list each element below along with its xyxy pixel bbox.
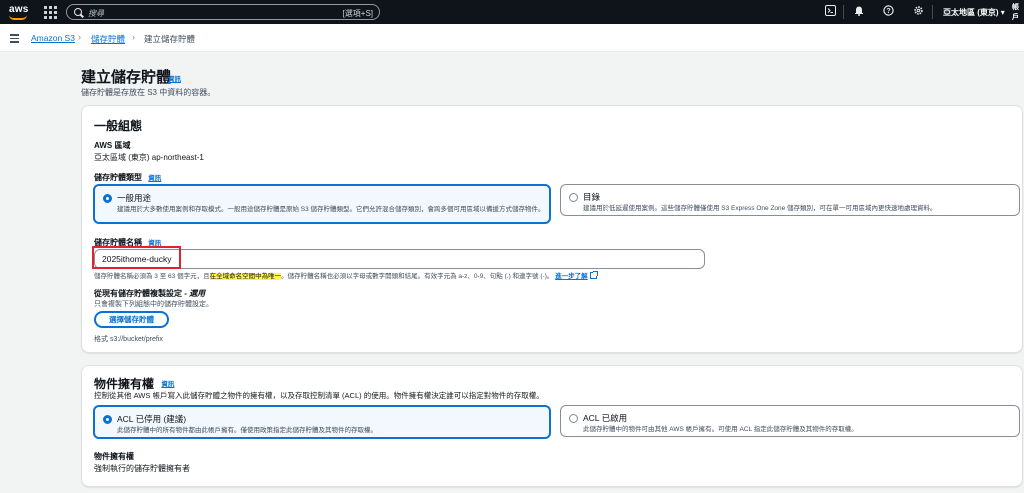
breadcrumb-buckets[interactable]: 儲存貯體 [91, 33, 125, 45]
aws-logo[interactable]: aws [7, 3, 31, 21]
copy-settings-label-main: 從現有儲存貯體複製設定 - [94, 289, 190, 298]
choose-bucket-button[interactable]: 選擇儲存貯體 [94, 311, 169, 328]
bucket-name-hint: 儲存貯體名稱必須為 3 至 63 個字元，且在全域命名空間中為唯一。儲存貯體名稱… [94, 270, 598, 280]
acl-disabled-option[interactable]: ACL 已停用 (建議) 此儲存貯體中的所有物件都由此帳戶擁有。僅使用政策指定此… [93, 405, 551, 439]
region-selector[interactable]: 亞太地區 (東京) ▾ [943, 7, 1005, 18]
search-placeholder: 搜尋 [88, 9, 104, 18]
search-shortcut: [選項+S] [342, 9, 373, 18]
copy-settings-label: 從現有儲存貯體複製設定 - 選用 [94, 288, 205, 299]
nav-divider [932, 5, 933, 19]
bucket-type-directory-desc: 建議用於低延遲使用案例。這些儲存貯體僅使用 S3 Express One Zon… [583, 205, 937, 212]
copy-settings-desc: 只會複製下列組態中的儲存貯體設定。 [94, 301, 213, 308]
aws-region-value: 亞太區域 (東京) ap-northeast-1 [94, 153, 204, 162]
bucket-type-directory[interactable]: 目錄 建議用於低延遲使用案例。這些儲存貯體僅使用 S3 Express One … [560, 184, 1020, 216]
radio-button[interactable] [569, 414, 578, 423]
breadcrumb: Amazon S3 › 儲存貯體 › 建立儲存貯體 [0, 24, 1024, 52]
services-grid-icon[interactable] [43, 5, 57, 19]
breadcrumb-create-bucket: 建立儲存貯體 [144, 34, 196, 44]
page-subtitle: 儲存貯體是存放在 S3 中資料的容器。 [81, 88, 216, 97]
bucket-name-hint-post: 。儲存貯體名稱也必須以字母或數字開頭和結尾。有效字元為 a-z、0-9、句點 (… [281, 273, 554, 280]
help-icon[interactable]: ? [881, 5, 895, 19]
top-navigation: aws 搜尋 [選項+S] ? 亞太地區 (東京) ▾ 帳戶 [0, 0, 1024, 24]
page-title: 建立儲存貯體 [81, 69, 172, 86]
format-hint: 格式 s3://bucket/prefix [94, 336, 163, 343]
bucket-type-label-text: 儲存貯體類型 [94, 173, 142, 182]
chevron-right-icon: › [132, 32, 135, 42]
radio-button[interactable] [103, 415, 112, 424]
general-configuration-panel: 一般組態 AWS 區域 亞太區域 (東京) ap-northeast-1 儲存貯… [81, 105, 1023, 353]
gear-icon[interactable] [911, 5, 925, 19]
acl-enabled-option[interactable]: ACL 已啟用 此儲存貯體中的物件可由其他 AWS 帳戶擁有。可使用 ACL 指… [560, 405, 1020, 437]
aws-region-label: AWS 區域 [94, 141, 131, 150]
acl-enabled-desc: 此儲存貯體中的物件可由其他 AWS 帳戶擁有。可使用 ACL 指定此儲存貯體及其… [583, 426, 858, 433]
object-ownership-info-link[interactable]: 資訊 [161, 381, 174, 388]
bucket-type-general-purpose-label: 一般用途 [117, 193, 152, 203]
acl-disabled-desc: 此儲存貯體中的所有物件都由此帳戶擁有。僅使用政策指定此儲存貯體及其物件的存取權。 [117, 427, 377, 434]
bucket-type-general-purpose[interactable]: 一般用途 建議用於大多數使用案例和存取模式。一般用途儲存貯體是原始 S3 儲存貯… [93, 184, 551, 224]
object-owner-value: 強制執行的儲存貯體擁有者 [94, 464, 190, 473]
search-icon [74, 8, 82, 16]
acl-disabled-label: ACL 已停用 (建議) [117, 414, 187, 424]
page-info-link[interactable]: 資訊 [168, 73, 181, 83]
object-owner-label: 物件擁有權 [94, 452, 134, 461]
svg-text:?: ? [886, 8, 890, 15]
external-link-icon [589, 271, 598, 279]
bucket-type-directory-label: 目錄 [583, 192, 601, 202]
menu-icon[interactable] [10, 34, 19, 43]
object-ownership-desc: 控制從其他 AWS 帳戶寫入此儲存貯體之物件的擁有權，以及存取控制清單 (ACL… [94, 391, 544, 400]
general-configuration-title: 一般組態 [94, 119, 143, 133]
radio-button[interactable] [569, 193, 578, 202]
object-ownership-title-text: 物件擁有權 [94, 377, 155, 391]
annotation-highlight-box [92, 246, 181, 269]
radio-button[interactable] [103, 194, 112, 203]
object-ownership-panel: 物件擁有權 資訊 控制從其他 AWS 帳戶寫入此儲存貯體之物件的擁有權，以及存取… [81, 365, 1023, 487]
chevron-right-icon: › [78, 32, 81, 42]
bucket-name-hint-highlight: 在全域命名空間中為唯一 [209, 273, 282, 280]
copy-settings-label-optional: 選用 [189, 289, 206, 298]
nav-divider [843, 5, 844, 19]
acl-enabled-label: ACL 已啟用 [583, 413, 628, 423]
bucket-name-field[interactable] [94, 249, 705, 269]
account-menu[interactable]: 帳戶 [1012, 2, 1024, 22]
bucket-type-info-link[interactable]: 資訊 [148, 175, 161, 182]
search-input[interactable]: 搜尋 [選項+S] [66, 4, 380, 20]
bucket-type-general-purpose-desc: 建議用於大多數使用案例和存取模式。一般用途儲存貯體是原始 S3 儲存貯體類型。它… [117, 206, 545, 213]
bell-icon[interactable] [852, 5, 866, 19]
aws-smile-icon [9, 15, 27, 20]
cloudshell-icon[interactable] [823, 5, 837, 19]
breadcrumb-amazon-s3[interactable]: Amazon S3 [31, 33, 75, 43]
bucket-type-label: 儲存貯體類型 資訊 [94, 172, 161, 183]
aws-logo-text: aws [9, 4, 29, 15]
learn-more-link[interactable]: 進一步了解 [555, 273, 588, 280]
bucket-name-hint-pre: 儲存貯體名稱必須為 3 至 63 個字元，且 [94, 273, 210, 280]
